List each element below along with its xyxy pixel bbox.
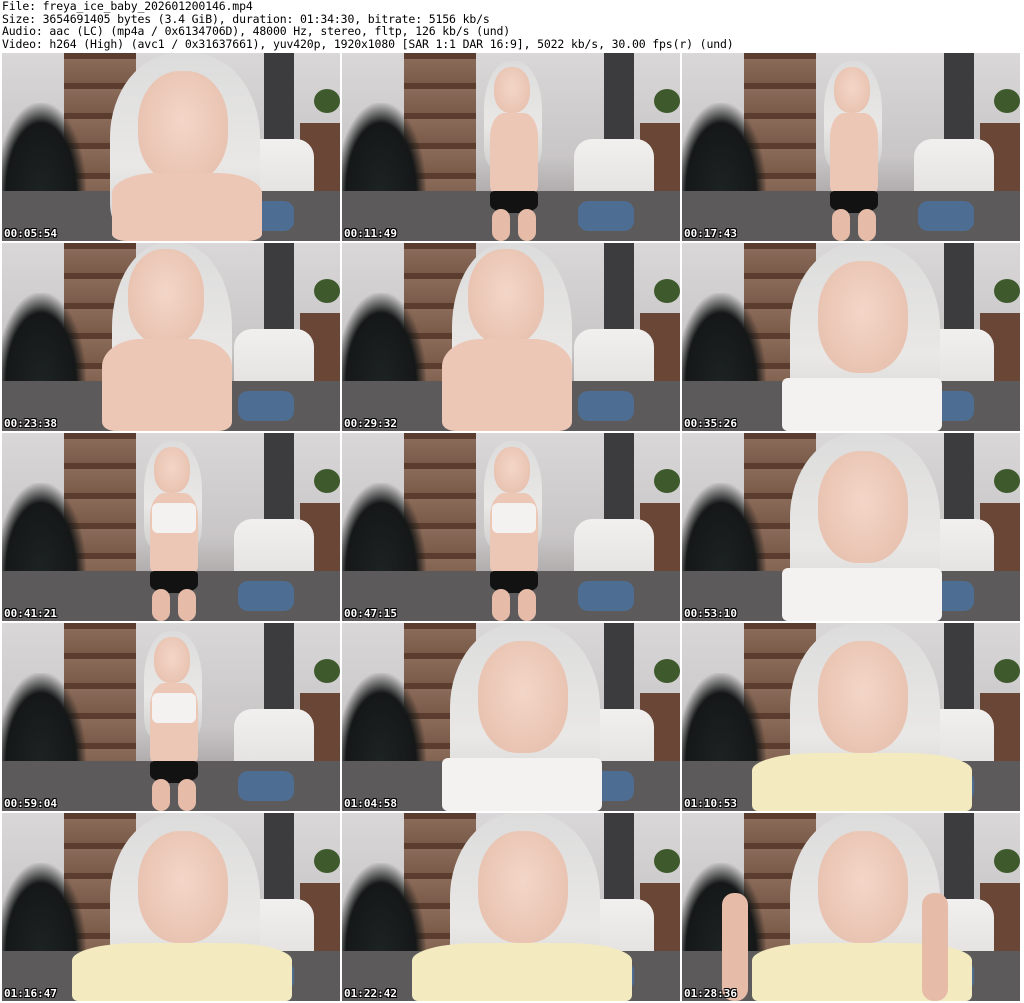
face [154,447,190,493]
person [342,813,680,1001]
person [2,623,340,811]
person [2,813,340,1001]
video-thumbnail[interactable]: 00:53:10 [682,433,1020,621]
top [752,753,972,811]
top [152,503,196,533]
video-thumbnail[interactable]: 00:41:21 [2,433,340,621]
video-thumbnail[interactable]: 00:05:54 [2,53,340,241]
face [154,637,190,683]
thumbnail-timestamp: 00:47:15 [344,607,397,620]
right-leg [178,779,196,811]
audio-info-line: Audio: aac (LC) (mp4a / 0x6134706D), 480… [2,24,511,39]
face [138,71,228,183]
right-leg [518,589,536,621]
torso [442,339,572,431]
thumbnail-timestamp: 00:11:49 [344,227,397,240]
right-leg [518,209,536,241]
face [818,641,908,753]
top [72,943,292,1001]
left-leg [152,779,170,811]
top [152,693,196,723]
thumbnail-timestamp: 00:53:10 [684,607,737,620]
person [682,813,1020,1001]
person [682,53,1020,241]
person [2,433,340,621]
thumbnail-timestamp: 01:22:42 [344,987,397,1000]
video-thumbnail[interactable]: 01:28:36 [682,813,1020,1001]
thumbnail-grid: 00:05:54 00:11:49 00:17:43 00:23:38 00:29:32… [2,53,1022,1001]
thumbnail-timestamp: 01:10:53 [684,797,737,810]
person [342,53,680,241]
person [2,243,340,431]
video-thumbnail[interactable]: 01:16:47 [2,813,340,1001]
video-thumbnail[interactable]: 00:29:32 [342,243,680,431]
face [494,67,530,113]
person [682,623,1020,811]
video-thumbnail[interactable]: 00:11:49 [342,53,680,241]
person [342,243,680,431]
file-name-line: File: freya_ice_baby_202601200146.mp4 [2,0,253,13]
top [442,758,602,811]
right-leg [858,209,876,241]
face [818,261,908,373]
left-leg [492,589,510,621]
thumbnail-timestamp: 00:59:04 [4,797,57,810]
shoulders [112,173,262,241]
face [818,831,908,943]
video-info-line: Video: h264 (High) (avc1 / 0x31637661), … [2,36,734,51]
left-leg [832,209,850,241]
video-thumbnail[interactable]: 01:10:53 [682,623,1020,811]
face [494,447,530,493]
left-arm [722,893,748,1001]
video-thumbnail[interactable]: 00:59:04 [2,623,340,811]
top [412,943,632,1001]
thumbnail-timestamp: 00:41:21 [4,607,57,620]
thumbnail-timestamp: 00:29:32 [344,417,397,430]
left-leg [492,209,510,241]
person [342,433,680,621]
person [2,53,340,241]
face [818,451,908,563]
face [478,641,568,753]
face [468,249,544,345]
thumbnail-timestamp: 00:23:38 [4,417,57,430]
thumbnail-timestamp: 00:17:43 [684,227,737,240]
top [492,503,536,533]
face [834,67,870,113]
right-leg [178,589,196,621]
thumbnail-timestamp: 00:35:26 [684,417,737,430]
face [478,831,568,943]
torso [830,113,878,193]
video-thumbnail[interactable]: 00:35:26 [682,243,1020,431]
video-thumbnail[interactable]: 01:04:58 [342,623,680,811]
thumbnail-timestamp: 01:28:36 [684,987,737,1000]
torso [102,339,232,431]
right-arm [922,893,948,1001]
top [782,568,942,621]
person [682,243,1020,431]
video-thumbnail[interactable]: 00:47:15 [342,433,680,621]
video-thumbnail[interactable]: 01:22:42 [342,813,680,1001]
thumbnail-timestamp: 01:04:58 [344,797,397,810]
face [128,249,204,345]
person [682,433,1020,621]
thumbnail-timestamp: 00:05:54 [4,227,57,240]
person [342,623,680,811]
file-info-header: File: freya_ice_baby_202601200146.mp4 Si… [2,0,1022,52]
video-thumbnail[interactable]: 00:23:38 [2,243,340,431]
top [782,378,942,431]
torso [490,113,538,193]
video-thumbnail[interactable]: 00:17:43 [682,53,1020,241]
thumbnail-timestamp: 01:16:47 [4,987,57,1000]
left-leg [152,589,170,621]
face [138,831,228,943]
